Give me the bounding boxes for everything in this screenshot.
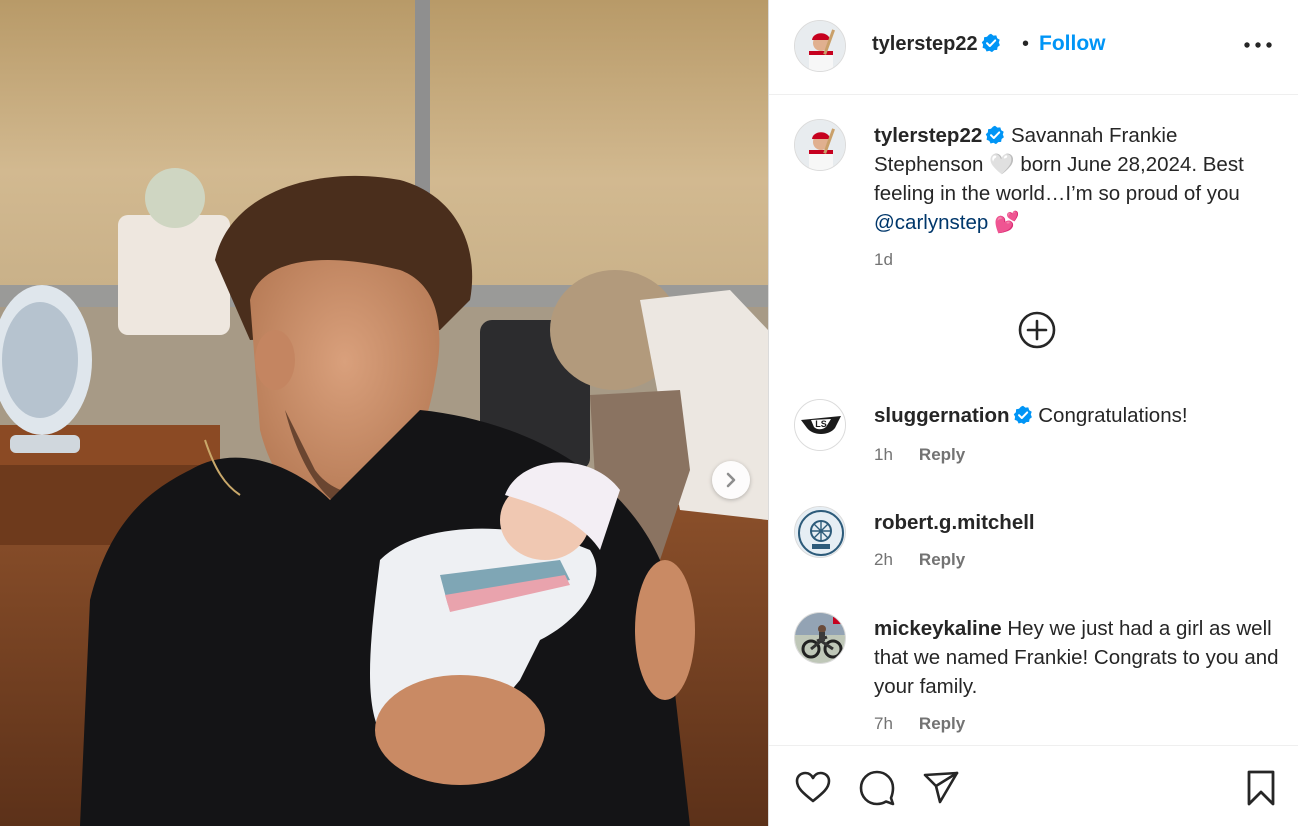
- verified-badge-icon: [986, 125, 1005, 145]
- reply-button[interactable]: Reply: [919, 550, 965, 569]
- comment-timestamp[interactable]: 2h: [874, 550, 893, 569]
- mention-link[interactable]: @carlynstep: [874, 211, 988, 234]
- commenter-avatar[interactable]: [794, 612, 846, 664]
- svg-text:LS: LS: [815, 419, 827, 429]
- header-separator: •: [1022, 33, 1030, 55]
- louisville-slugger-logo-icon: LS: [795, 400, 845, 450]
- heart-icon: [795, 771, 831, 803]
- comment-meta: 7h Reply: [874, 714, 965, 734]
- comment-body: sluggernation Congratulations!: [874, 401, 1284, 430]
- more-options-icon: [1244, 42, 1272, 48]
- post-side-panel: tylerstep22 • Follow tylerstep22 Savanna…: [768, 0, 1298, 826]
- post-action-bar: [769, 745, 1298, 826]
- caption-text: tylerstep22 Savannah Frankie Stephenson …: [874, 121, 1284, 237]
- commenter-username[interactable]: sluggernation: [874, 404, 1010, 427]
- fan-emblem-avatar-icon: [795, 507, 845, 557]
- plus-circle-icon: [1018, 311, 1056, 349]
- more-options-button[interactable]: [1243, 30, 1273, 60]
- commenter-avatar[interactable]: [794, 506, 846, 558]
- share-button[interactable]: [921, 768, 961, 808]
- post-media: [0, 0, 768, 826]
- post-photo: [0, 0, 768, 826]
- comment-button[interactable]: [857, 768, 897, 808]
- baseball-player-avatar-icon: [795, 21, 845, 71]
- commenter-avatar[interactable]: LS: [794, 399, 846, 451]
- author-username-text[interactable]: tylerstep22: [872, 33, 978, 55]
- white-heart-emoji: 🤍: [989, 153, 1015, 176]
- two-hearts-emoji: 💕: [993, 211, 1020, 234]
- load-more-comments-button[interactable]: [1017, 310, 1057, 350]
- chevron-right-icon: [726, 472, 736, 488]
- caption-author-username[interactable]: tylerstep22: [874, 124, 982, 147]
- commenter-username[interactable]: robert.g.mitchell: [874, 511, 1035, 534]
- comment-body: mickeykaline Hey we just had a girl as w…: [874, 614, 1284, 701]
- comment-timestamp[interactable]: 7h: [874, 714, 893, 733]
- comment-timestamp[interactable]: 1h: [874, 445, 893, 464]
- caption-author-avatar[interactable]: [794, 119, 846, 171]
- verified-badge-icon: [981, 33, 1000, 53]
- reply-button[interactable]: Reply: [919, 714, 965, 733]
- follow-button[interactable]: Follow: [1039, 32, 1106, 56]
- next-photo-button[interactable]: [712, 461, 750, 499]
- verified-badge-icon: [1013, 405, 1032, 425]
- author-avatar[interactable]: [794, 20, 846, 72]
- motorcycle-avatar-icon: [795, 613, 845, 663]
- author-username[interactable]: tylerstep22: [872, 33, 1001, 56]
- bookmark-icon: [1247, 770, 1275, 806]
- paper-plane-icon: [923, 771, 959, 804]
- instagram-post-view: tylerstep22 • Follow tylerstep22 Savanna…: [0, 0, 1298, 826]
- comment-body: robert.g.mitchell: [874, 508, 1284, 537]
- comment-meta: 1h Reply: [874, 445, 965, 465]
- speech-bubble-icon: [859, 770, 895, 806]
- post-header: tylerstep22 • Follow: [769, 0, 1298, 95]
- commenter-username[interactable]: mickeykaline: [874, 617, 1002, 640]
- like-button[interactable]: [793, 768, 833, 808]
- caption-timestamp[interactable]: 1d: [874, 250, 893, 270]
- comment-meta: 2h Reply: [874, 550, 965, 570]
- baseball-player-avatar-icon: [795, 120, 845, 170]
- save-button[interactable]: [1241, 768, 1281, 808]
- reply-button[interactable]: Reply: [919, 445, 965, 464]
- comment-text: Congratulations!: [1038, 404, 1188, 427]
